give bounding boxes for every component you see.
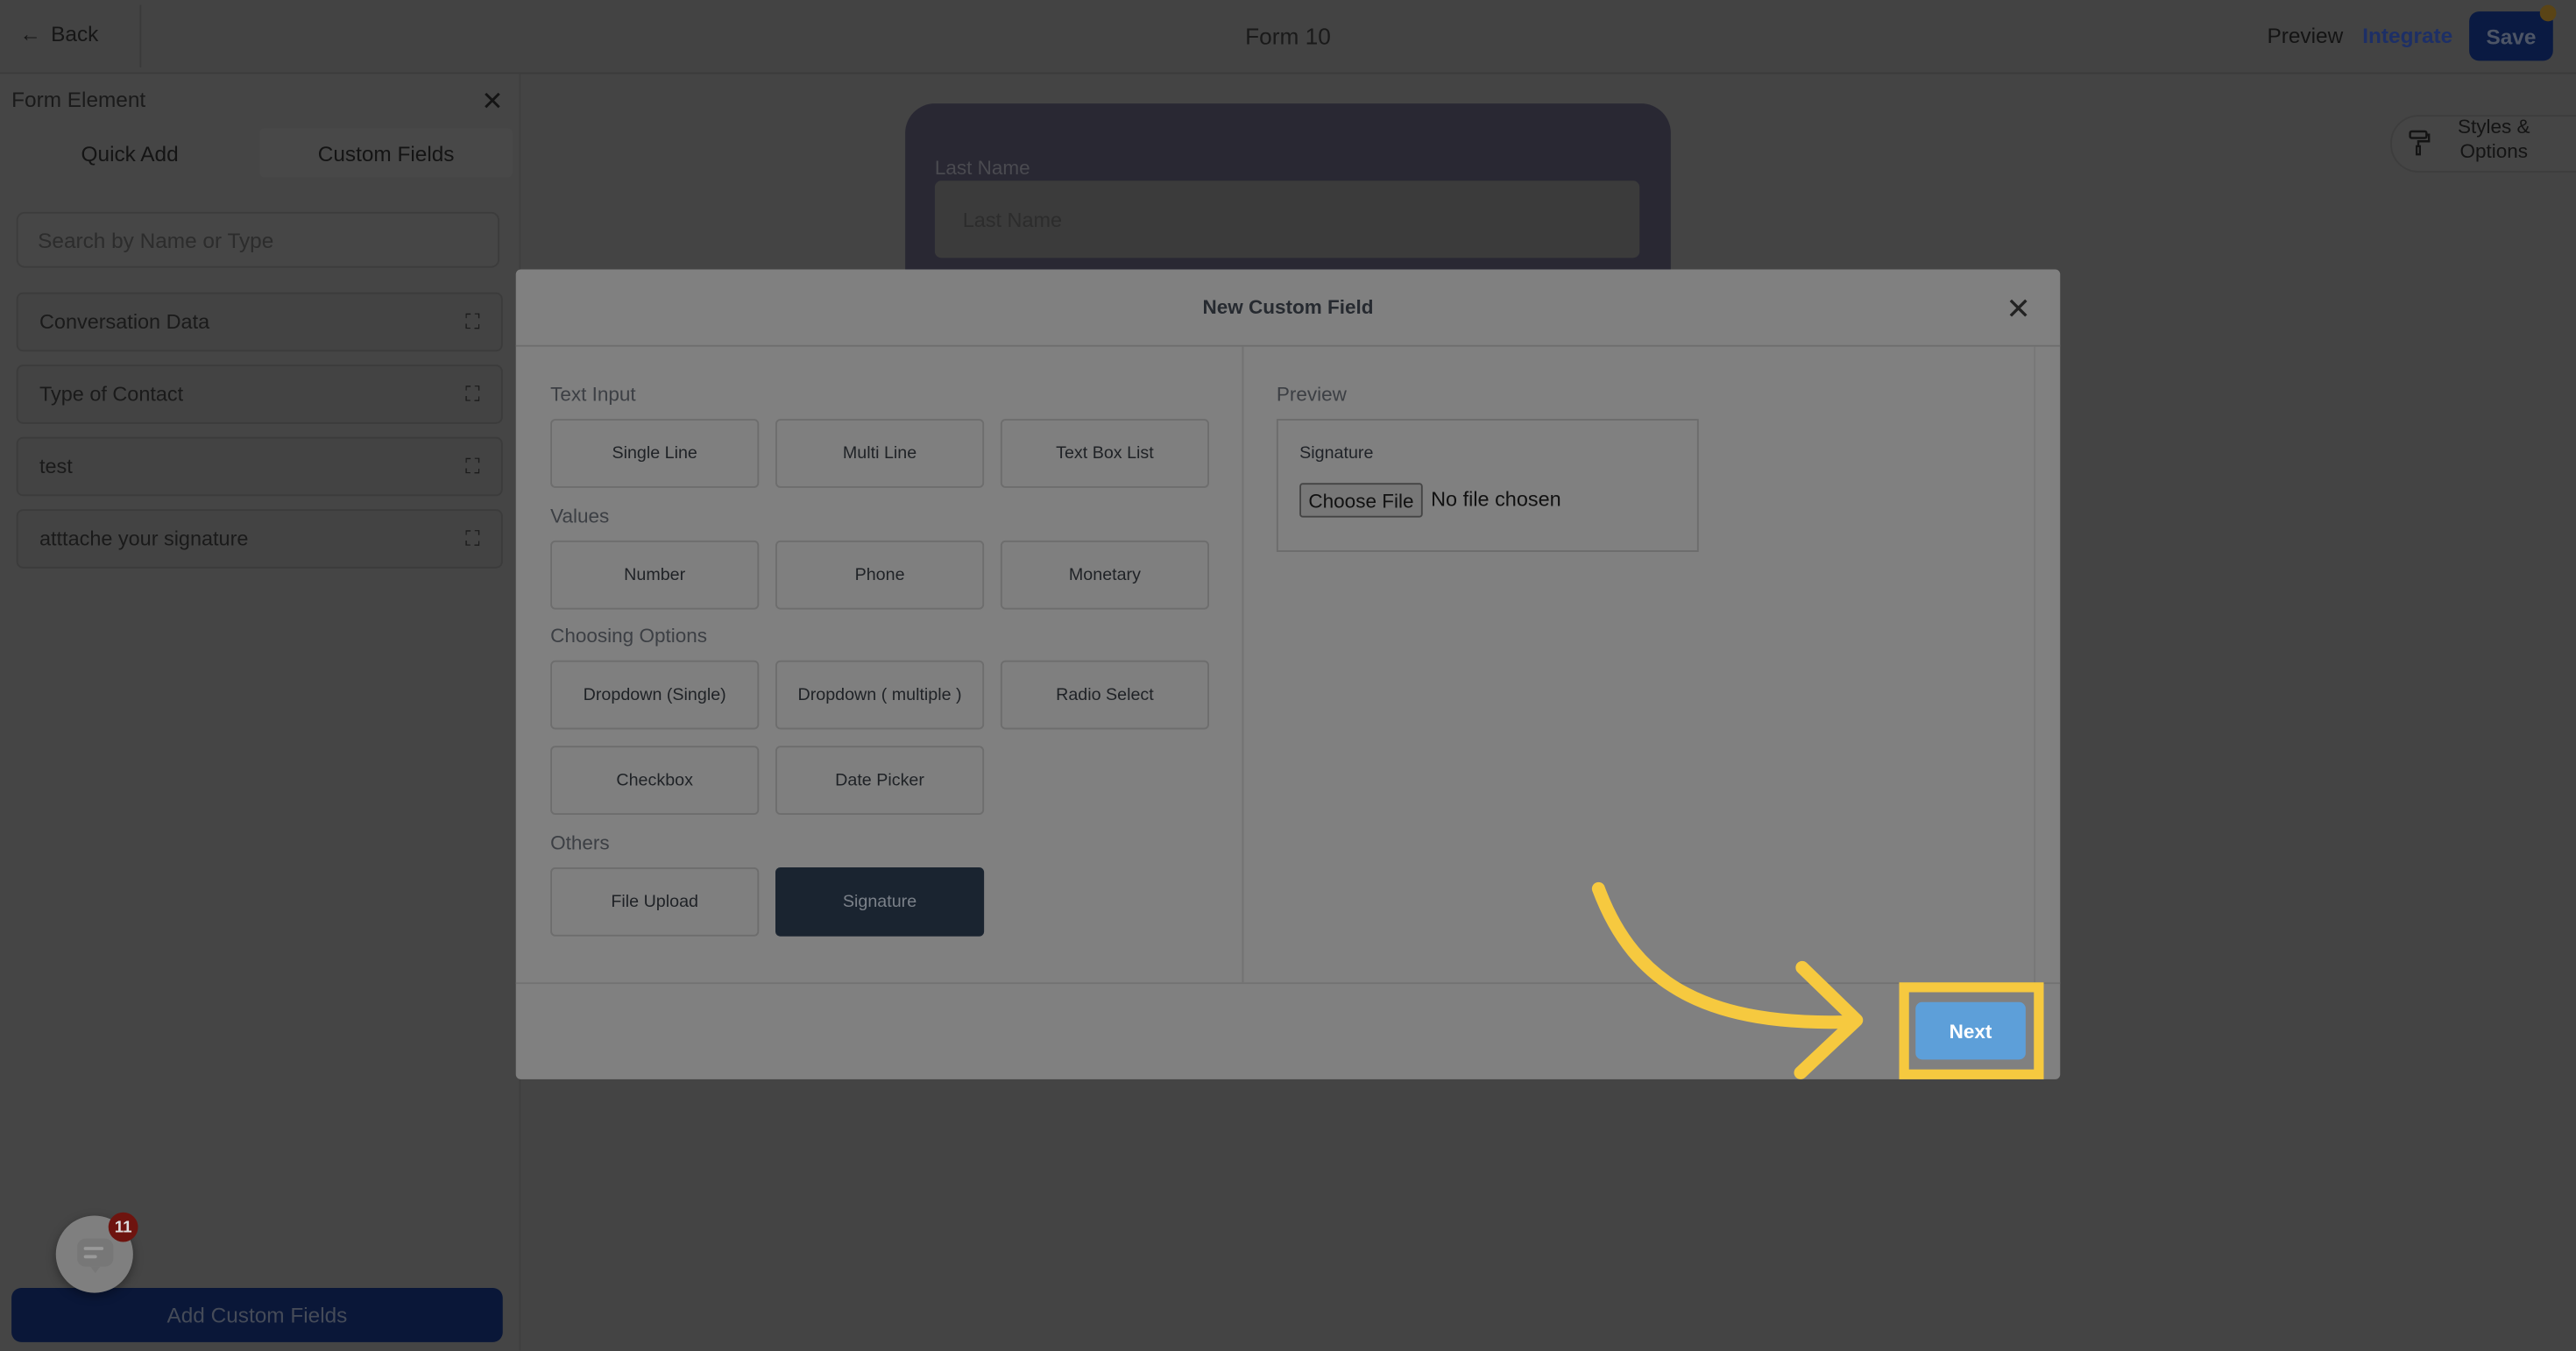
page-title: Form 10 [1245,23,1331,50]
preview-label: Preview [1276,382,1347,407]
option-phone[interactable]: Phone [775,540,985,610]
save-button[interactable]: Save [2469,11,2553,61]
option-date-picker[interactable]: Date Picker [775,746,985,815]
close-icon[interactable]: ✕ [2006,293,2030,327]
search-input[interactable]: Search by Name or Type [16,211,499,268]
option-radio-select[interactable]: Radio Select [1000,660,1209,730]
option-text-box-list[interactable]: Text Box List [1000,419,1209,488]
next-button[interactable]: Next [1915,1001,2026,1060]
option-number[interactable]: Number [550,540,760,610]
divider [1242,346,1244,983]
divider [515,982,2061,985]
item-label: Conversation Data [39,310,210,334]
signature-label: Signature [1299,443,1374,463]
notification-dot [2539,4,2557,22]
expand-icon: ⛶ [465,381,480,406]
option-checkbox[interactable]: Checkbox [550,746,760,815]
last-name-label: Last Name [934,156,1030,180]
divider [2034,346,2036,983]
expand-icon: ⛶ [465,454,480,477]
option-dropdown-single[interactable]: Dropdown (Single) [550,660,760,730]
panel-title: Form Element [11,87,146,112]
last-name-input[interactable]: Last Name [934,180,1640,258]
option-file-upload[interactable]: File Upload [550,867,760,937]
add-custom-fields-button[interactable]: Add Custom Fields [11,1288,503,1342]
section-label: Text Input [550,382,636,407]
section-label: Values [550,504,610,527]
expand-icon: ⛶ [465,526,480,550]
chat-badge: 11 [108,1212,138,1242]
choose-file-button[interactable]: Choose File [1299,483,1423,518]
app: ← Back Form 10 Preview Integrate Save Fo… [0,0,2576,1351]
section-label: Choosing Options [550,624,707,647]
item-label: Type of Contact [39,382,184,407]
divider [515,344,2061,347]
file-status: No file chosen [1431,487,1561,512]
list-item[interactable]: atttache your signature ⛶ [16,509,503,569]
list-item[interactable]: test ⛶ [16,436,503,497]
option-multi-line[interactable]: Multi Line [775,419,985,488]
close-icon[interactable]: ✕ [481,86,503,119]
integrate-link[interactable]: Integrate [2362,23,2452,47]
option-signature[interactable]: Signature [775,867,985,937]
expand-icon: ⛶ [465,309,480,333]
item-label: test [39,455,73,478]
list-item[interactable]: Type of Contact ⛶ [16,364,503,424]
tab-quick-add[interactable]: Quick Add [7,128,253,177]
modal-title: New Custom Field [1202,295,1374,319]
paint-roller-icon [2409,130,2431,156]
preview-link[interactable]: Preview [2268,23,2344,47]
chat-icon [76,1237,113,1273]
styles-options-label: Styles & Options [2457,115,2530,163]
tab-custom-fields[interactable]: Custom Fields [259,128,513,178]
option-dropdown-multiple[interactable]: Dropdown ( multiple ) [775,660,985,730]
section-label: Others [550,831,610,854]
list-item[interactable]: Conversation Data ⛶ [16,292,503,352]
option-monetary[interactable]: Monetary [1000,540,1209,610]
item-label: atttache your signature [39,527,249,551]
option-single-line[interactable]: Single Line [550,419,760,488]
